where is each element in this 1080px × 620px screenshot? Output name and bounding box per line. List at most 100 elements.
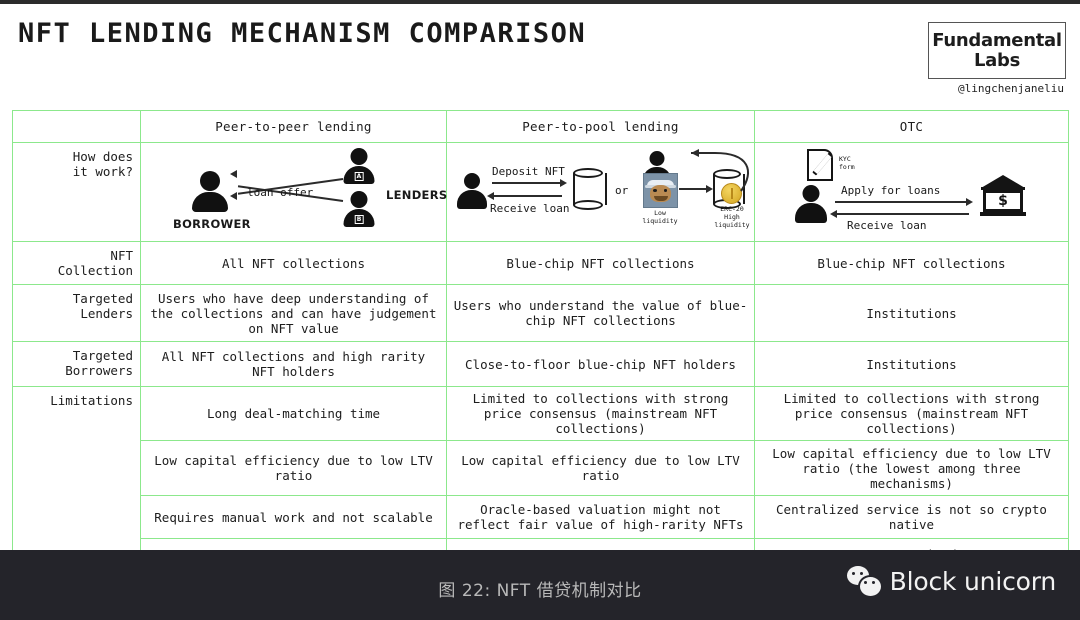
cell-nft-collection-p2pool: Blue-chip NFT collections <box>446 241 755 285</box>
diagram-cell-p2p: BORROWER A B LENDERS loan offer <box>140 142 448 242</box>
erc20-label: ERC-20 High liquidity <box>709 205 755 229</box>
author-handle: @lingchenjaneliu <box>958 82 1064 95</box>
otc-receive-loan-label: Receive loan <box>847 219 927 232</box>
erc20-line1: ERC-20 <box>720 205 744 213</box>
deposit-nft-label: Deposit NFT <box>492 165 565 178</box>
cell-limitation-2-p2pool: Low capital efficiency due to low LTV ra… <box>446 440 755 496</box>
receive-loan-label: Receive loan <box>490 202 570 215</box>
kyc-form-icon <box>807 149 837 183</box>
lender-a-badge: A <box>354 172 364 181</box>
row-label-nft-collection: NFT Collection <box>12 241 141 285</box>
row-label-borrowers-line2: Borrowers <box>65 363 133 378</box>
pool-return-curve-arrow <box>691 149 750 192</box>
logo-line-2: Labs <box>973 49 1020 71</box>
otc-borrower-person-icon <box>793 185 829 223</box>
page-title: NFT LENDING MECHANISM COMPARISON <box>18 18 587 49</box>
fundamental-labs-logo: Fundamental Labs <box>928 22 1066 79</box>
erc20-line2: High <box>724 213 740 221</box>
table-row-nft-collection: NFT Collection All NFT collections Blue-… <box>12 241 1069 285</box>
cell-nft-collection-p2p: All NFT collections <box>140 241 447 285</box>
otc-receive-loan-arrow <box>837 213 969 215</box>
row-label-nft-line1: NFT <box>110 248 133 263</box>
borrower-person-icon <box>189 171 231 213</box>
receive-loan-arrowhead <box>487 192 494 200</box>
loan-offer-arrowhead-a <box>230 170 237 178</box>
low-liquidity-label: Low liquidity <box>637 209 683 225</box>
lender-b-person-icon: B <box>341 191 377 227</box>
brand-block-unicorn: Block unicorn <box>846 566 1057 598</box>
cell-limitation-3-otc: Centralized service is not so crypto nat… <box>754 495 1069 539</box>
row-label-targeted-borrowers: Targeted Borrowers <box>12 341 141 387</box>
diagram-otc: KYC form Apply for loans Receive loan $ <box>755 143 1068 241</box>
liquidity-pool-cylinder-1 <box>573 168 607 210</box>
row-label-borrowers-line1: Targeted <box>72 348 133 363</box>
apply-for-loans-label: Apply for loans <box>841 184 941 197</box>
row-label-how-it-works: How does it work? <box>12 142 141 242</box>
otc-receive-loan-arrowhead <box>830 210 837 218</box>
receive-loan-arrow <box>494 195 562 197</box>
cell-targeted-lenders-p2p: Users who have deep understanding of the… <box>140 284 447 342</box>
row-label-lenders-line2: Lenders <box>80 306 133 321</box>
row-label-lenders-line1: Targeted <box>72 291 133 306</box>
cell-targeted-lenders-otc: Institutions <box>754 284 1069 342</box>
kyc-form-label: KYC form <box>839 155 855 171</box>
cell-limitation-2-otc: Low capital efficiency due to low LTV ra… <box>754 440 1069 496</box>
low-liquidity-line2: liquidity <box>642 217 678 225</box>
loan-offer-arrowhead-b <box>230 192 237 200</box>
diagram-p2pool: Deposit NFT Receive loan or Low liquidit… <box>447 143 754 241</box>
pool-user-person-icon <box>455 173 489 209</box>
header-cell-otc: OTC <box>754 110 1069 143</box>
apply-for-loans-arrowhead <box>966 198 973 206</box>
cell-nft-collection-otc: Blue-chip NFT collections <box>754 241 1069 285</box>
top-border <box>0 0 1080 4</box>
row-label-nft-line2: Collection <box>57 263 133 278</box>
apply-for-loans-arrow <box>835 201 967 203</box>
row-label-how-line1: How does <box>72 149 133 164</box>
header-cell-p2pool: Peer-to-pool lending <box>446 110 755 143</box>
lenders-label: LENDERS <box>386 188 448 202</box>
erc20-line3: liquidity <box>714 221 750 229</box>
kyc-line2: form <box>839 163 855 171</box>
cell-limitation-3-p2p: Requires manual work and not scalable <box>140 495 447 539</box>
cell-limitation-1-p2pool: Limited to collections with strong price… <box>446 386 755 441</box>
table-header-row: Peer-to-peer lending Peer-to-pool lendin… <box>12 110 1069 143</box>
table-row-limitations-3: Requires manual work and not scalable Or… <box>13 495 1069 539</box>
cell-targeted-borrowers-otc: Institutions <box>754 341 1069 387</box>
cell-limitation-1-otc: Limited to collections with strong price… <box>754 386 1069 441</box>
deposit-nft-arrow <box>492 182 560 184</box>
table-row-limitations-1: Limitations Long deal-matching time Limi… <box>12 386 1069 570</box>
comparison-table: Peer-to-peer lending Peer-to-pool lendin… <box>12 110 1069 570</box>
footer-bar: 图 22: NFT 借贷机制对比 Block unicorn <box>0 550 1080 620</box>
diagram-cell-p2pool: Deposit NFT Receive loan or Low liquidit… <box>446 142 755 242</box>
table-row-targeted-lenders: Targeted Lenders Users who have deep und… <box>12 284 1069 342</box>
header-cell-p2p: Peer-to-peer lending <box>140 110 447 143</box>
kyc-line1: KYC <box>839 155 851 163</box>
logo-line-1: Fundamental <box>932 29 1062 51</box>
loan-offer-label: loan offer <box>247 186 314 199</box>
lender-a-person-icon: A <box>341 148 377 184</box>
header-cell-empty <box>12 110 141 143</box>
cell-targeted-borrowers-p2p: All NFT collections and high rarity NFT … <box>140 341 447 387</box>
borrower-label: BORROWER <box>173 217 251 231</box>
wechat-icon <box>846 566 883 598</box>
brand-name: Block unicorn <box>889 566 1057 596</box>
table-row-how-it-works: How does it work? BORROWER A B LENDERS l… <box>12 142 1069 242</box>
row-label-how-line2: it work? <box>72 164 133 179</box>
diagram-cell-otc: KYC form Apply for loans Receive loan $ <box>754 142 1069 242</box>
cell-limitation-3-p2pool: Oracle-based valuation might not reflect… <box>446 495 755 539</box>
bank-dollar-symbol: $ <box>998 192 1008 209</box>
cell-limitation-2-p2p: Low capital efficiency due to low LTV ra… <box>140 440 447 496</box>
row-label-targeted-lenders: Targeted Lenders <box>12 284 141 342</box>
table-row-targeted-borrowers: Targeted Borrowers All NFT collections a… <box>12 341 1069 387</box>
low-liquidity-line1: Low <box>654 209 666 217</box>
cell-limitation-1-p2p: Long deal-matching time <box>140 386 447 441</box>
row-label-limitations: Limitations <box>12 386 141 570</box>
cell-targeted-lenders-p2pool: Users who understand the value of blue-c… <box>446 284 755 342</box>
cell-targeted-borrowers-p2pool: Close-to-floor blue-chip NFT holders <box>446 341 755 387</box>
deposit-nft-arrowhead <box>560 179 567 187</box>
or-label: or <box>615 184 629 197</box>
diagram-p2p: BORROWER A B LENDERS loan offer <box>141 143 448 241</box>
bank-icon: $ <box>980 175 1027 217</box>
table-row-limitations-2: Low capital efficiency due to low LTV ra… <box>13 440 1069 496</box>
lender-b-badge: B <box>354 215 364 224</box>
